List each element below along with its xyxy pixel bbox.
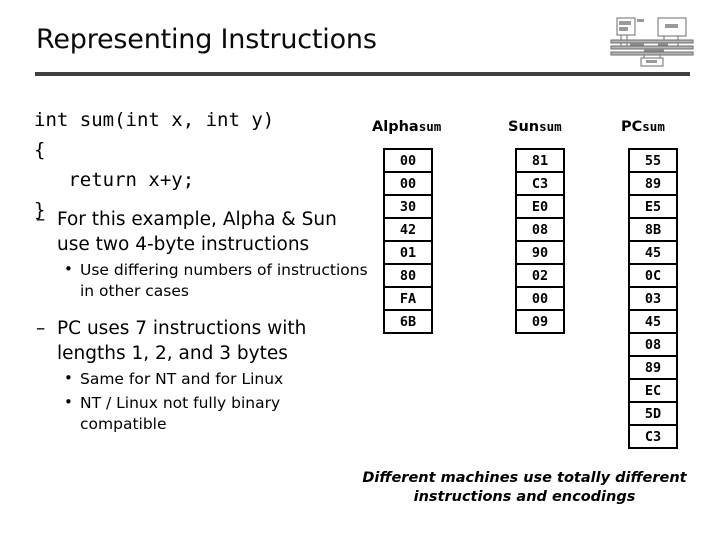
- byte-cell: 00: [517, 288, 563, 311]
- column-header-alpha: Alphasum: [372, 119, 441, 135]
- byte-cell: 02: [517, 265, 563, 288]
- bullet-dot-marker: •: [64, 260, 73, 278]
- column-header-name: Alpha: [372, 119, 419, 135]
- byte-cell: 00: [385, 150, 431, 173]
- byte-cell: 89: [630, 173, 676, 196]
- byte-cell: 90: [517, 242, 563, 265]
- bullet-text: For this example, Alpha & Sun use two 4-…: [57, 209, 337, 255]
- column-header-name: PC: [621, 119, 643, 135]
- column-header-name: Sun: [508, 119, 540, 135]
- byte-cell: 81: [517, 150, 563, 173]
- byte-cell: E0: [517, 196, 563, 219]
- bullet-group-spacer: [30, 302, 370, 316]
- caption: Different machines use totally different…: [352, 469, 697, 507]
- byte-cell: 89: [630, 357, 676, 380]
- byte-cell: EC: [630, 380, 676, 403]
- bullet-item-level1: – For this example, Alpha & Sun use two …: [30, 207, 370, 257]
- bullet-item-level2: • Same for NT and for Linux: [30, 369, 370, 390]
- byte-cell: 8B: [630, 219, 676, 242]
- byte-cell: 01: [385, 242, 431, 265]
- byte-cell: E5: [630, 196, 676, 219]
- system-block-diagram-logo: [608, 14, 696, 68]
- bullet-dot-marker: •: [64, 369, 73, 387]
- byte-cell: 55: [630, 150, 676, 173]
- bullet-dash-marker: –: [36, 209, 46, 230]
- byte-cell: 42: [385, 219, 431, 242]
- byte-cell: C3: [517, 173, 563, 196]
- byte-cell: 45: [630, 242, 676, 265]
- column-header-sun: Sunsum: [508, 119, 562, 135]
- column-header-symbol: sum: [642, 119, 665, 134]
- caption-line-2: instructions and encodings: [413, 489, 636, 505]
- caption-line-1: Different machines use totally different: [362, 470, 687, 486]
- byte-cell: C3: [630, 426, 676, 449]
- bullet-item-level2: • NT / Linux not fully binary compatible: [30, 393, 370, 435]
- byte-cell: 45: [630, 311, 676, 334]
- byte-cell: 09: [517, 311, 563, 334]
- byte-cell: 08: [630, 334, 676, 357]
- byte-cell: 30: [385, 196, 431, 219]
- byte-cell: 5D: [630, 403, 676, 426]
- byte-cell: 08: [517, 219, 563, 242]
- bullet-text: NT / Linux not fully binary compatible: [80, 394, 281, 433]
- bullet-text: Same for NT and for Linux: [80, 370, 284, 388]
- byte-column-alpha: 00 00 30 42 01 80 FA 6B: [383, 148, 433, 334]
- bullet-item-level1: – PC uses 7 instructions with lengths 1,…: [30, 316, 370, 366]
- title-divider: [35, 72, 690, 76]
- bullet-text: PC uses 7 instructions with lengths 1, 2…: [57, 318, 307, 364]
- bullet-list: – For this example, Alpha & Sun use two …: [30, 207, 370, 435]
- byte-cell: FA: [385, 288, 431, 311]
- bullet-dot-marker: •: [64, 393, 73, 411]
- byte-column-sun: 81 C3 E0 08 90 02 00 09: [515, 148, 565, 334]
- bullet-item-level2: • Use differing numbers of instructions …: [30, 260, 370, 302]
- byte-cell: 00: [385, 173, 431, 196]
- page-title: Representing Instructions: [36, 24, 377, 55]
- column-header-symbol: sum: [418, 119, 442, 134]
- byte-cell: 80: [385, 265, 431, 288]
- bullet-dash-marker: –: [36, 318, 46, 339]
- byte-cell: 03: [630, 288, 676, 311]
- column-header-pc: PCsum: [621, 119, 665, 135]
- bullet-text: Use differing numbers of instructions in…: [80, 261, 368, 300]
- byte-column-pc: 55 89 E5 8B 45 0C 03 45 08 89 EC 5D C3: [628, 148, 678, 449]
- byte-cell: 6B: [385, 311, 431, 334]
- byte-cell: 0C: [630, 265, 676, 288]
- column-header-symbol: sum: [539, 119, 562, 134]
